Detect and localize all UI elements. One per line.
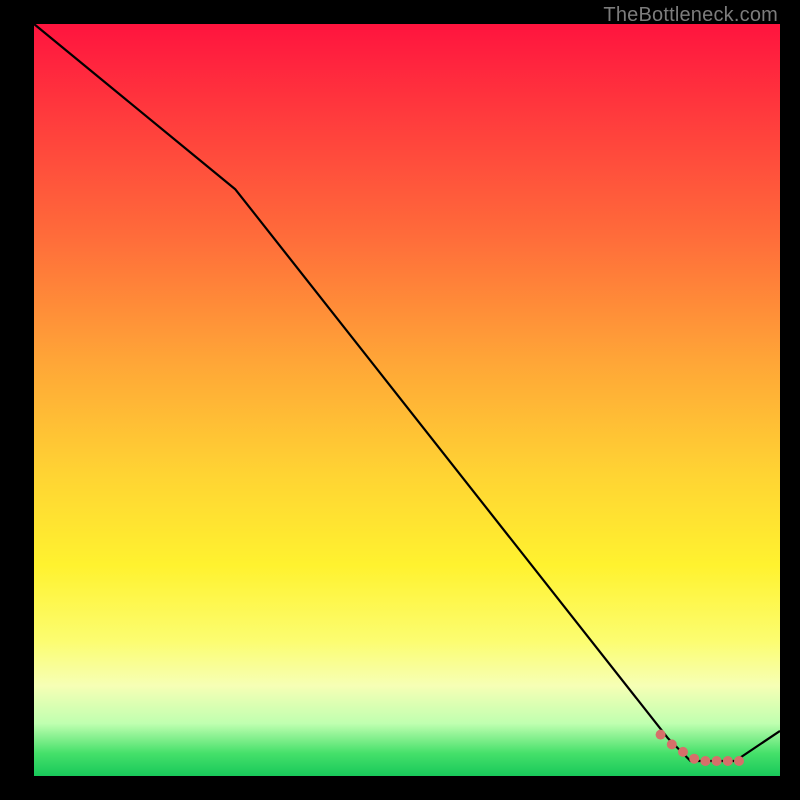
marker-point <box>689 754 699 764</box>
marker-point <box>678 747 688 757</box>
chart-overlay <box>0 0 800 800</box>
marker-point <box>700 756 710 766</box>
curve-line <box>34 24 780 761</box>
marker-point <box>656 730 666 740</box>
marker-point <box>734 756 744 766</box>
marker-point <box>712 756 722 766</box>
marker-point <box>667 739 677 749</box>
chart-stage: TheBottleneck.com <box>0 0 800 800</box>
marker-point <box>723 756 733 766</box>
